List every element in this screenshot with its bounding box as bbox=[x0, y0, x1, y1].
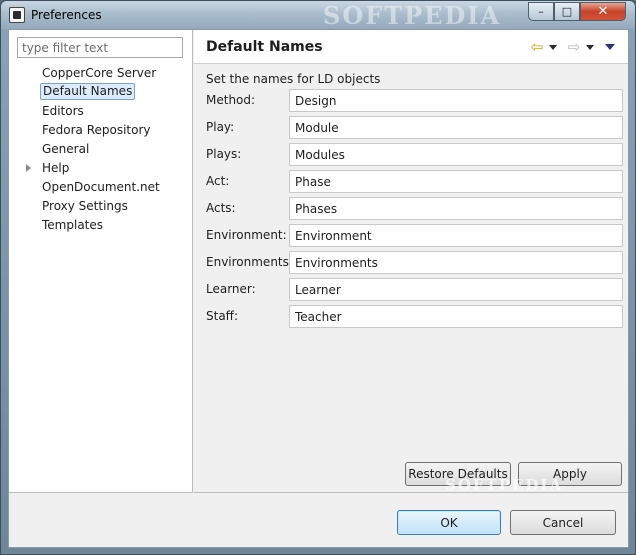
name-field-row: Environment: bbox=[194, 224, 628, 247]
field-label: Environments: bbox=[206, 255, 293, 269]
name-field-input[interactable] bbox=[289, 170, 623, 193]
name-field-row: Method: bbox=[194, 89, 628, 112]
preference-tree: CopperCore Server Default Names Editors Fed… bbox=[9, 64, 192, 235]
close-icon: ✕ bbox=[597, 4, 609, 19]
field-label: Play: bbox=[206, 120, 235, 134]
back-history-dropdown[interactable] bbox=[547, 38, 559, 56]
preference-tree-pane: CopperCore Server Default Names Editors Fed… bbox=[9, 30, 193, 493]
field-label: Method: bbox=[206, 93, 256, 107]
field-label: Acts: bbox=[206, 201, 236, 215]
name-field-input[interactable] bbox=[289, 197, 623, 220]
close-button[interactable]: ✕ bbox=[580, 2, 626, 21]
softpedia-watermark: SOFTPEDIA bbox=[323, 1, 502, 30]
window-title: Preferences bbox=[31, 8, 102, 22]
softpedia-watermark-small: SOFTPEDIA bbox=[445, 476, 564, 494]
view-menu-button[interactable] bbox=[604, 38, 616, 56]
name-field-row: Plays: bbox=[194, 143, 628, 166]
minimize-icon: – bbox=[538, 5, 544, 18]
tree-item-label: Templates bbox=[42, 218, 104, 232]
name-field-input[interactable] bbox=[289, 143, 623, 166]
tree-item-label: Fedora Repository bbox=[42, 123, 151, 137]
dialog-client-area: CopperCore Server Default Names Editors Fed… bbox=[8, 29, 629, 548]
back-button[interactable]: ⇦ bbox=[529, 38, 545, 56]
field-label: Staff: bbox=[206, 309, 238, 323]
expand-arrow-icon[interactable] bbox=[26, 164, 31, 172]
tree-item-label: Default Names bbox=[40, 83, 136, 100]
title-bar[interactable]: Preferences SOFTPEDIA – □ ✕ bbox=[1, 1, 635, 30]
page-header: Default Names ⇦ ⇨ bbox=[194, 30, 628, 64]
tree-item-label: General bbox=[42, 142, 90, 156]
chevron-down-icon bbox=[586, 44, 594, 50]
name-field-input[interactable] bbox=[289, 89, 623, 112]
back-arrow-icon: ⇦ bbox=[530, 38, 544, 56]
forward-button[interactable]: ⇨ bbox=[566, 38, 582, 56]
name-field-row: Acts: bbox=[194, 197, 628, 220]
page-description: Set the names for LD objects bbox=[206, 72, 381, 86]
name-field-input[interactable] bbox=[289, 224, 623, 247]
tree-item[interactable]: Templates bbox=[9, 216, 192, 235]
tree-item-label: OpenDocument.net bbox=[42, 180, 160, 194]
field-label: Plays: bbox=[206, 147, 242, 161]
maximize-button[interactable]: □ bbox=[554, 2, 580, 21]
name-field-row: Learner: bbox=[194, 278, 628, 301]
tree-item[interactable]: Editors bbox=[9, 102, 192, 121]
chevron-down-icon bbox=[549, 44, 557, 50]
filter-input[interactable] bbox=[17, 37, 183, 58]
tree-item-label: Editors bbox=[42, 104, 84, 118]
name-field-input[interactable] bbox=[289, 251, 623, 274]
cancel-button[interactable]: Cancel bbox=[510, 510, 616, 535]
page-title: Default Names bbox=[206, 39, 323, 55]
name-field-row: Environments: bbox=[194, 251, 628, 274]
field-label: Act: bbox=[206, 174, 230, 188]
minimize-button[interactable]: – bbox=[528, 2, 554, 21]
tree-item[interactable]: Default Names bbox=[9, 83, 192, 102]
tree-item[interactable]: Proxy Settings bbox=[9, 197, 192, 216]
tree-item-label: Help bbox=[42, 161, 70, 175]
maximize-icon: □ bbox=[561, 5, 573, 18]
name-field-input[interactable] bbox=[289, 305, 623, 328]
tree-item[interactable]: Help bbox=[9, 159, 192, 178]
tree-item[interactable]: General bbox=[9, 140, 192, 159]
name-field-row: Play: bbox=[194, 116, 628, 139]
preferences-window: Preferences SOFTPEDIA – □ ✕ CopperCore S… bbox=[0, 0, 636, 555]
tree-item-label: Proxy Settings bbox=[42, 199, 128, 213]
tree-item[interactable]: Fedora Repository bbox=[9, 121, 192, 140]
tree-item-label: CopperCore Server bbox=[42, 66, 157, 80]
name-field-row: Act: bbox=[194, 170, 628, 193]
name-field-input[interactable] bbox=[289, 116, 623, 139]
name-field-input[interactable] bbox=[289, 278, 623, 301]
ok-button[interactable]: OK bbox=[397, 510, 501, 535]
forward-history-dropdown[interactable] bbox=[584, 38, 596, 56]
name-field-row: Staff: bbox=[194, 305, 628, 328]
field-label: Environment: bbox=[206, 228, 287, 242]
forward-arrow-icon: ⇨ bbox=[567, 38, 581, 56]
field-label: Learner: bbox=[206, 282, 256, 296]
preference-page: Default Names ⇦ ⇨ Set the names for LD o… bbox=[194, 30, 628, 493]
view-menu-icon bbox=[605, 44, 615, 50]
app-icon bbox=[9, 7, 25, 23]
tree-item[interactable]: CopperCore Server bbox=[9, 64, 192, 83]
tree-item[interactable]: OpenDocument.net bbox=[9, 178, 192, 197]
